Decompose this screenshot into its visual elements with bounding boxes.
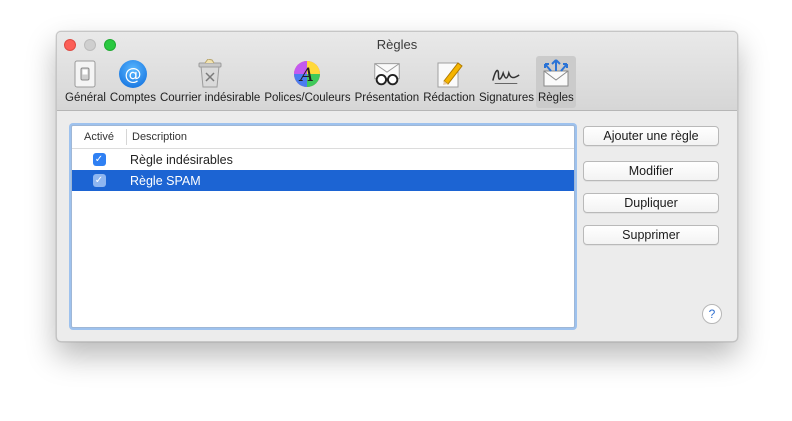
preferences-window: Règles Général @ Comptes Courrier indési… — [56, 31, 738, 342]
preferences-tabs: Général @ Comptes Courrier indésirable A… — [63, 56, 576, 108]
tab-label: Courrier indésirable — [159, 92, 261, 104]
tab-composing[interactable]: Rédaction — [421, 56, 477, 108]
column-header-active[interactable]: Activé — [72, 131, 126, 143]
table-header: Activé Description — [72, 126, 574, 149]
signature-icon — [490, 59, 522, 89]
tab-accounts[interactable]: @ Comptes — [108, 56, 158, 108]
tab-fonts-colors[interactable]: A Polices/Couleurs — [262, 56, 352, 108]
pencil-icon — [433, 59, 465, 89]
table-row[interactable]: ✓ Règle SPAM — [72, 170, 574, 191]
toolbar: Règles Général @ Comptes Courrier indési… — [57, 32, 737, 111]
glasses-envelope-icon — [371, 59, 403, 89]
at-sign-icon: @ — [117, 59, 149, 89]
window-title: Règles — [376, 37, 418, 52]
tab-label: Comptes — [109, 92, 156, 104]
tab-label: Signatures — [478, 92, 534, 104]
active-checkbox[interactable]: ✓ — [92, 174, 106, 187]
active-checkbox[interactable]: ✓ — [92, 153, 106, 166]
active-cell: ✓ — [72, 174, 126, 187]
column-header-description[interactable]: Description — [127, 131, 187, 143]
tab-label: Général — [65, 92, 106, 104]
junk-trash-icon — [194, 59, 226, 89]
active-cell: ✓ — [72, 153, 126, 166]
svg-text:@: @ — [124, 65, 141, 85]
help-button[interactable]: ? — [702, 304, 722, 324]
rules-table[interactable]: Activé Description ✓ Règle indésirables … — [71, 125, 575, 328]
tab-rules[interactable]: Règles — [535, 56, 576, 108]
duplicate-rule-button[interactable]: Dupliquer — [583, 193, 719, 213]
edit-rule-button[interactable]: Modifier — [583, 161, 719, 181]
tab-general[interactable]: Général — [63, 56, 108, 108]
tab-signatures[interactable]: Signatures — [477, 56, 536, 108]
delete-rule-button[interactable]: Supprimer — [583, 225, 719, 245]
tab-junk-mail[interactable]: Courrier indésirable — [158, 56, 262, 108]
tab-label: Rédaction — [423, 92, 475, 104]
fonts-colors-icon: A — [291, 59, 323, 89]
rule-description: Règle indésirables — [130, 152, 233, 167]
tab-label: Polices/Couleurs — [264, 92, 351, 104]
general-switch-icon — [69, 59, 101, 89]
tab-label: Présentation — [354, 92, 420, 104]
add-rule-button[interactable]: Ajouter une règle — [583, 126, 719, 146]
tab-presentation[interactable]: Présentation — [353, 56, 422, 108]
rules-envelope-icon — [540, 59, 572, 89]
table-row[interactable]: ✓ Règle indésirables — [72, 149, 574, 170]
tab-label: Règles — [537, 92, 574, 104]
svg-text:A: A — [299, 64, 315, 86]
rule-description: Règle SPAM — [130, 173, 201, 188]
